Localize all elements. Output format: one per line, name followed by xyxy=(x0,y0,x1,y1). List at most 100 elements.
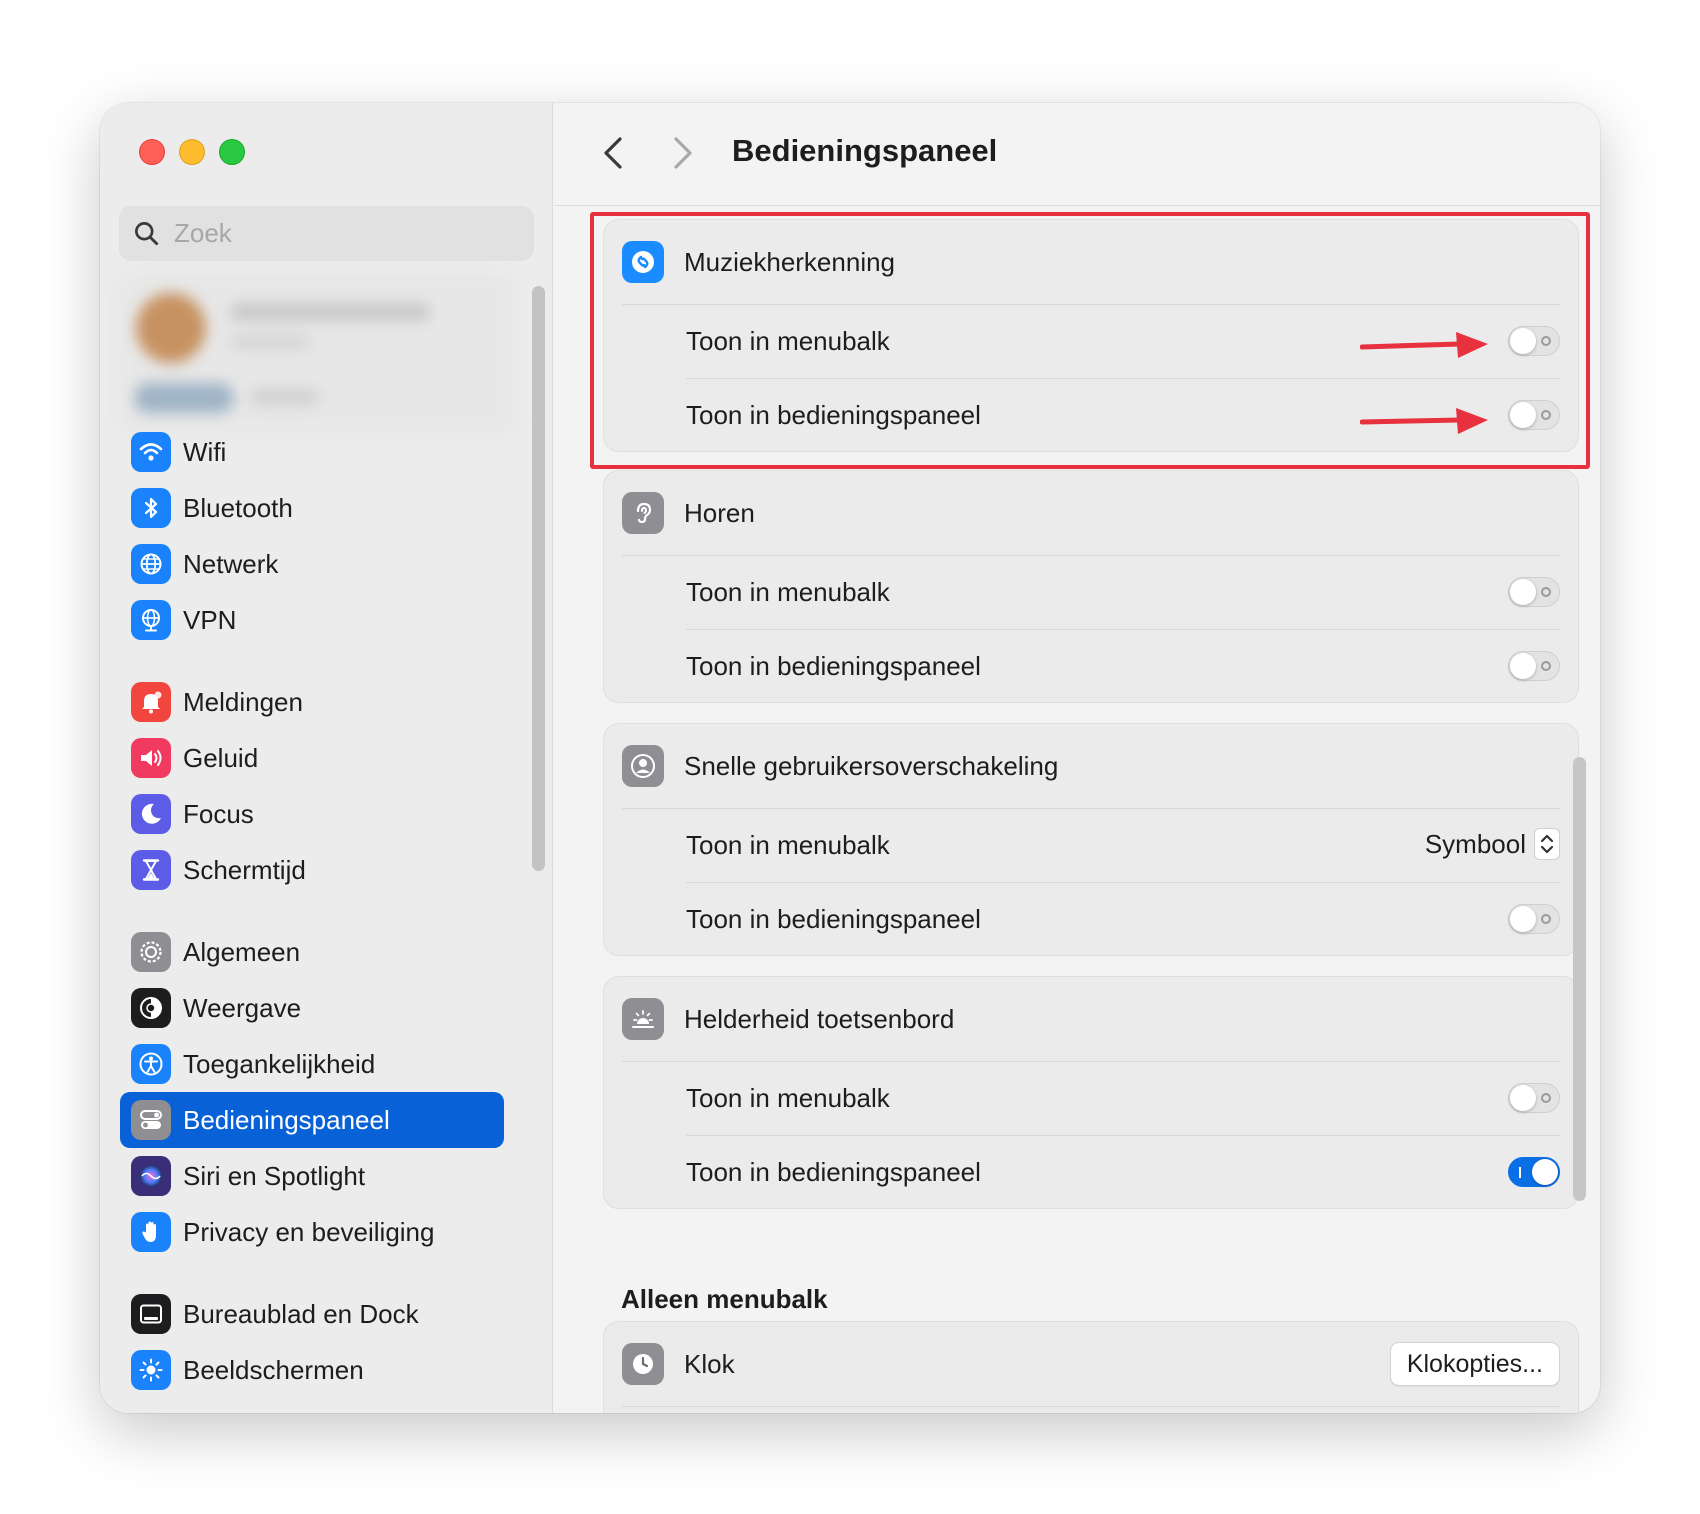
sidebar-item-schermtijd[interactable]: Schermtijd xyxy=(120,842,504,898)
toggle-switch[interactable] xyxy=(1508,577,1560,607)
sidebar-item-wifi[interactable]: Wifi xyxy=(120,424,504,480)
sidebar-item-label: Wifi xyxy=(183,436,227,467)
setting-label: Toon in bedieningspaneel xyxy=(686,650,981,681)
sidebar-item-label: Focus xyxy=(183,798,254,829)
sidebar-item-label: Meldingen xyxy=(183,686,303,717)
siri-icon xyxy=(131,1156,171,1196)
panel-helderheid-toetsenbord: Helderheid toetsenbord Toon in menubalk To… xyxy=(603,976,1579,1209)
sidebar-item-algemeen[interactable]: Algemeen xyxy=(120,924,504,980)
setting-label: Toon in menubalk xyxy=(686,1082,890,1113)
klok-row: Klok Klokopties... xyxy=(604,1322,1578,1406)
globe-icon xyxy=(131,544,171,584)
setting-row: Toon in menubalk xyxy=(604,555,1578,629)
sidebar-item-bedieningspaneel[interactable]: Bedieningspaneel xyxy=(120,1092,504,1148)
sidebar-item-vpn[interactable]: VPN xyxy=(120,592,504,648)
toggle-switch[interactable] xyxy=(1508,1157,1560,1187)
search-input[interactable] xyxy=(174,218,504,249)
sidebar-group: Wifi Bluetooth Netwerk VPN xyxy=(120,424,504,648)
sidebar-item-label: VPN xyxy=(183,604,237,635)
setting-label: Toon in menubalk xyxy=(686,576,890,607)
sidebar-item-label: Privacy en beveiliging xyxy=(183,1216,435,1247)
ear-icon xyxy=(622,492,664,534)
select-value: Symbool xyxy=(1424,828,1526,859)
toggle-switch[interactable] xyxy=(1508,904,1560,934)
divider xyxy=(622,1406,1560,1407)
close-button[interactable] xyxy=(139,139,165,165)
moon-icon xyxy=(131,794,171,834)
annotation-arrow xyxy=(1360,408,1488,434)
setting-label: Toon in menubalk xyxy=(686,829,890,860)
sidebar-item-beeldschermen[interactable]: Beeldschermen xyxy=(120,1342,504,1398)
account-subtitle-blurred xyxy=(230,335,310,349)
setting-row: Toon in menubalk xyxy=(604,1061,1578,1135)
panel-title: Snelle gebruikersoverschakeling xyxy=(684,750,1059,781)
panel-snelle-gebruikersoverschakeling: Snelle gebruikersoverschakeling Toon in m… xyxy=(603,723,1579,956)
sidebar-item-siri-en-spotlight[interactable]: Siri en Spotlight xyxy=(120,1148,504,1204)
dock-icon xyxy=(131,1294,171,1334)
setting-row: Toon in menubalk Symbool xyxy=(604,808,1578,882)
apple-account-card[interactable] xyxy=(120,273,515,433)
gear-icon xyxy=(131,932,171,972)
clock-icon xyxy=(622,1343,664,1385)
divider xyxy=(686,629,1560,630)
setting-label: Toon in bedieningspaneel xyxy=(686,903,981,934)
sidebar-item-label: Weergave xyxy=(183,992,302,1023)
setting-row: Toon in bedieningspaneel xyxy=(604,629,1578,703)
keyboard-brightness-icon xyxy=(622,998,664,1040)
search-field[interactable] xyxy=(119,206,534,261)
panel-klok: Klok Klokopties... xyxy=(603,1321,1579,1413)
panel-horen: Horen Toon in menubalk Toon in bedieningsp… xyxy=(603,470,1579,703)
avatar xyxy=(136,293,206,363)
divider xyxy=(622,808,1560,809)
sidebar-item-label: Algemeen xyxy=(183,936,301,967)
toggle-switch[interactable] xyxy=(1508,651,1560,681)
section-title-menubar-only: Alleen menubalk xyxy=(621,1284,828,1314)
control-center-icon xyxy=(131,1100,171,1140)
wifi-icon xyxy=(131,432,171,472)
sidebar-item-label: Schermtijd xyxy=(183,854,306,885)
clock-options-button[interactable]: Klokopties... xyxy=(1389,1342,1560,1386)
panel-title: Helderheid toetsenbord xyxy=(684,1003,955,1034)
sidebar-item-label: Geluid xyxy=(183,742,259,773)
bluetooth-icon xyxy=(131,488,171,528)
panel-title: Horen xyxy=(684,497,755,528)
menubar-display-select[interactable]: Symbool xyxy=(1425,828,1560,860)
sidebar-item-focus[interactable]: Focus xyxy=(120,786,504,842)
klok-label: Klok xyxy=(684,1348,735,1379)
sidebar-item-label: Bureaublad en Dock xyxy=(183,1298,419,1329)
sidebar-scrollbar[interactable] xyxy=(532,286,545,871)
sidebar-item-bluetooth[interactable]: Bluetooth xyxy=(120,480,504,536)
sidebar-item-toegankelijkheid[interactable]: Toegankelijkheid xyxy=(120,1036,504,1092)
sidebar-item-netwerk[interactable]: Netwerk xyxy=(120,536,504,592)
sidebar-group: Bureaublad en Dock Beeldschermen xyxy=(120,1286,504,1398)
forward-chevron-icon[interactable] xyxy=(668,133,698,173)
sidebar-item-bureaublad-en-dock[interactable]: Bureaublad en Dock xyxy=(120,1286,504,1342)
setting-row: Toon in bedieningspaneel xyxy=(604,882,1578,956)
sidebar-item-geluid[interactable]: Geluid xyxy=(120,730,504,786)
page-title: Bedieningspaneel xyxy=(732,133,998,168)
minimize-button[interactable] xyxy=(179,139,205,165)
accessibility-icon xyxy=(131,1044,171,1084)
panel-header: Helderheid toetsenbord xyxy=(604,977,1578,1061)
main-scrollbar[interactable] xyxy=(1573,757,1586,1201)
sidebar-item-privacy-en-beveiliging[interactable]: Privacy en beveiliging xyxy=(120,1204,504,1260)
hand-icon xyxy=(131,1212,171,1252)
panel-header: Snelle gebruikersoverschakeling xyxy=(604,724,1578,808)
sidebar-item-label: Netwerk xyxy=(183,548,279,579)
sidebar-item-label: Beeldschermen xyxy=(183,1354,364,1385)
back-chevron-icon[interactable] xyxy=(598,133,628,173)
zoom-button[interactable] xyxy=(219,139,245,165)
family-label-blurred xyxy=(250,389,320,405)
panel-header: Horen xyxy=(604,471,1578,555)
sidebar-item-weergave[interactable]: Weergave xyxy=(120,980,504,1036)
sidebar-item-label: Toegankelijkheid xyxy=(183,1048,376,1079)
user-icon xyxy=(622,745,664,787)
toggle-switch[interactable] xyxy=(1508,1083,1560,1113)
annotation-arrow xyxy=(1360,332,1488,358)
sidebar-item-meldingen[interactable]: Meldingen xyxy=(120,674,504,730)
sidebar-group: Meldingen Geluid Focus Schermtijd xyxy=(120,674,504,898)
sidebar: Wifi Bluetooth Netwerk VPN Meldingen Geluid Fo… xyxy=(100,103,553,1413)
sidebar-nav: Wifi Bluetooth Netwerk VPN Meldingen Geluid Fo… xyxy=(120,424,504,1413)
sidebar-item-label: Bedieningspaneel xyxy=(183,1104,390,1135)
account-name-blurred xyxy=(230,303,430,321)
